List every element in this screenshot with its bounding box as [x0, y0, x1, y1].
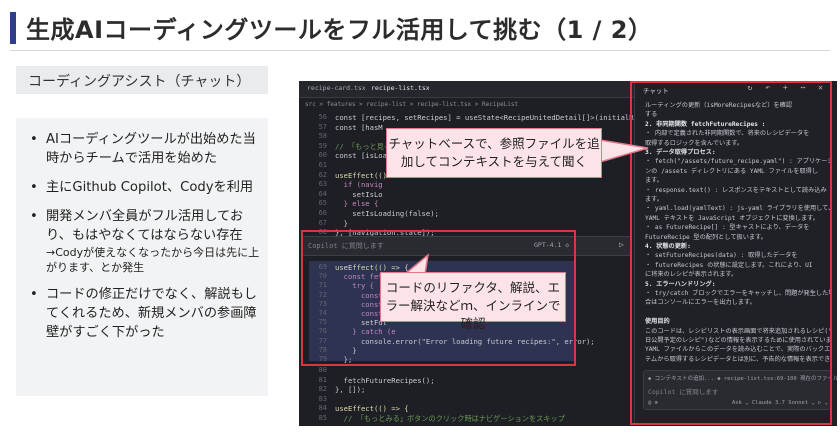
line-number: 57 — [318, 122, 327, 131]
section-label: コーディングアシスト（チャット） — [16, 66, 268, 94]
line-number: 81 — [318, 375, 327, 384]
code-line: const [hasM — [335, 122, 383, 132]
code-line: if (navig — [335, 180, 383, 190]
line-number: 58 — [318, 132, 327, 141]
line-number: 67 — [318, 218, 327, 227]
line-number: 61 — [318, 161, 327, 169]
slide-title: 生成AIコーディングツールをフル活用して挑む（1 / 2） — [26, 16, 653, 44]
bullet-text: 主にGithub Copilot、Codyを利用 — [46, 180, 254, 195]
chat-callout: チャットベースで、参照ファイルを追加してコンテキストを与えて聞く — [386, 128, 602, 178]
code-line: fetchFutureRecipes(); — [335, 375, 435, 385]
code-line: useEffect(() — [335, 170, 387, 180]
code-line: } else { — [335, 199, 379, 209]
code-line: // 「もっとみる」ボタンのクリック時はナビゲーションをスキップ — [335, 414, 565, 423]
line-number: 80 — [318, 366, 327, 374]
breadcrumb: src > features > recipe-list > recipe-li… — [305, 101, 519, 108]
code-line: useEffect(() => { — [335, 404, 409, 414]
tab-recipe-card[interactable]: recipe-card.tsx — [307, 84, 366, 92]
code-line: setIsLo — [335, 189, 383, 199]
bullet-item: 主にGithub Copilot、Codyを利用 — [24, 178, 262, 197]
code-line: const [recipes, setRecipes] = useState<R… — [335, 113, 669, 122]
line-number: 56 — [318, 113, 327, 121]
line-number: 59 — [318, 141, 327, 150]
bullet-item: AIコーディングツールが出始めた当時からチームで活用を始めた — [24, 130, 262, 168]
line-number: 83 — [318, 394, 327, 403]
bullet-text: AIコーディングツールが出始めた当時からチームで活用を始めた — [46, 132, 256, 166]
send-icon[interactable]: ▷ — [619, 240, 624, 249]
bullet-subtext: →Codyが使えなくなったから今日は先に上がります、とか発生 — [46, 246, 260, 274]
code-line: const [isLoa — [335, 151, 387, 161]
code-line: setIsLoading(false); — [335, 209, 439, 218]
code-line: // 「もっと見る — [335, 141, 392, 151]
line-number: 64 — [318, 189, 327, 198]
line-number: 62 — [318, 170, 327, 179]
chat-highlight-box — [630, 81, 832, 425]
editor-tab-bar: recipe-card.tsx recipe-list.tsx — [299, 81, 634, 98]
bullet-text: コードの修正だけでなく、解説もしてくれるため、新規メンバの参画障壁がすごく下がっ… — [46, 287, 257, 340]
bullet-list: AIコーディングツールが出始めた当時からチームで活用を始めた主にGithub C… — [16, 118, 268, 396]
bullet-item: コードの修正だけでなく、解説もしてくれるため、新規メンバの参画障壁がすごく下がっ… — [24, 285, 262, 342]
line-number: 66 — [318, 209, 327, 217]
line-number: 82 — [318, 385, 327, 394]
bullet-item: 開発メンバ全員がフル活用しており、もはやなくてはならない存在 →Codyが使えなく… — [24, 207, 262, 275]
code-line: }, []); — [335, 385, 366, 395]
title-accent-bar — [10, 12, 16, 44]
line-number: 84 — [318, 404, 327, 413]
code-line: } — [335, 218, 348, 228]
inline-callout: コードのリファクタ、解説、エラー解決などｍ、インラインで確認 — [380, 272, 566, 331]
line-number: 85 — [318, 414, 327, 422]
title-divider — [10, 50, 830, 51]
line-number: 63 — [318, 180, 327, 189]
line-number: 65 — [318, 199, 327, 208]
line-number: 60 — [318, 151, 327, 160]
bullet-text: 開発メンバ全員がフル活用しており、もはやなくてはならない存在 — [46, 209, 244, 243]
tab-recipe-list[interactable]: recipe-list.tsx — [371, 84, 430, 92]
